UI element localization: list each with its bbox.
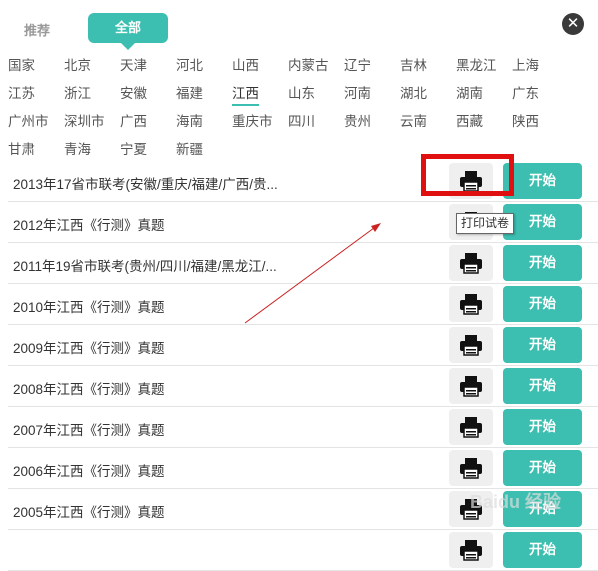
annotation-arrow bbox=[244, 223, 381, 324]
watermark-logo: Baidu 经验 bbox=[470, 488, 570, 538]
print-tooltip: 打印试卷 bbox=[456, 213, 515, 234]
watermark-text: Baidu 经验 bbox=[470, 492, 562, 512]
